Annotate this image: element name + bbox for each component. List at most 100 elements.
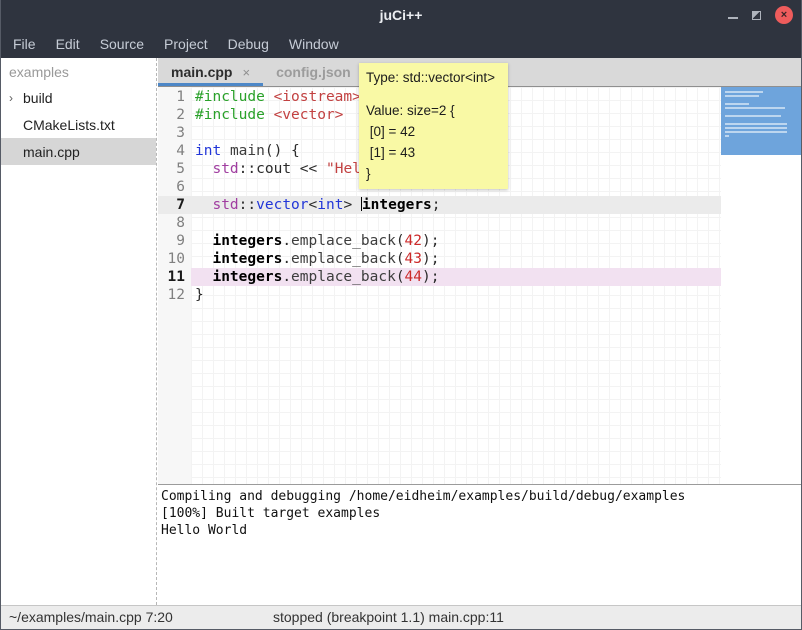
token-kw: vector	[256, 197, 308, 213]
token-pl: .	[282, 251, 291, 267]
token-num: 43	[405, 251, 422, 267]
minimap-code-line	[725, 127, 787, 129]
line-number: 4	[158, 142, 191, 160]
maximize-icon[interactable]	[752, 11, 761, 20]
menu-item-source[interactable]: Source	[90, 30, 154, 58]
token-pl: <	[309, 197, 318, 213]
minimap-code-line	[725, 115, 781, 117]
token-pl	[195, 161, 212, 177]
line-number: 1	[158, 88, 191, 106]
tab-label: config.json	[276, 64, 351, 80]
token-var: integers	[212, 269, 282, 285]
debug-value-tooltip: Type: std::vector<int> Value: size=2 { […	[359, 63, 508, 189]
token-num: 44	[405, 269, 422, 285]
code-text[interactable]: std::vector<int> integers;	[191, 196, 721, 214]
tab-label: main.cpp	[171, 64, 232, 80]
code-line-10[interactable]: 10 integers.emplace_back(43);	[158, 250, 721, 268]
minimap[interactable]	[721, 87, 801, 484]
line-number: 7	[158, 196, 191, 214]
token-fn: emplace_back	[291, 269, 396, 285]
token-var: integers	[362, 197, 432, 213]
token-pl: >	[343, 197, 360, 213]
tooltip-value-line: [1] = 43	[366, 142, 508, 163]
token-var: integers	[212, 233, 282, 249]
token-fn: emplace_back	[291, 251, 396, 267]
app-window: juCi++ × FileEditSourceProjectDebugWindo…	[0, 0, 802, 630]
code-line-11[interactable]: 11 integers.emplace_back(44);	[158, 268, 721, 286]
token-str: "Hel	[326, 161, 361, 177]
token-pl: );	[422, 233, 439, 249]
code-line-9[interactable]: 9 integers.emplace_back(42);	[158, 232, 721, 250]
minimap-code-line	[725, 135, 729, 137]
token-kw: int	[195, 143, 221, 159]
token-pl: (	[396, 251, 405, 267]
minimap-code-line	[725, 103, 749, 105]
minimap-code-line	[725, 123, 787, 125]
token-pl: ::cout <<	[239, 161, 326, 177]
token-pl: );	[422, 251, 439, 267]
code-line-8[interactable]: 8	[158, 214, 721, 232]
tab-config-json[interactable]: config.json	[263, 58, 364, 86]
line-number: 10	[158, 250, 191, 268]
token-pl: () {	[265, 143, 300, 159]
code-text[interactable]: integers.emplace_back(44);	[191, 268, 721, 286]
code-line-7[interactable]: 7 std::vector<int> integers;	[158, 196, 721, 214]
terminal-output-line: Hello World	[161, 522, 799, 539]
build-terminal: Compiling and debugging /home/eidheim/ex…	[158, 485, 801, 605]
token-pp: #include	[195, 107, 265, 123]
token-pl: );	[422, 269, 439, 285]
file-tree-sidebar: examples ›buildCMakeLists.txtmain.cpp	[1, 58, 157, 605]
line-number: 8	[158, 214, 191, 232]
token-pl: ::	[239, 197, 256, 213]
code-text[interactable]	[191, 214, 721, 232]
token-pl: ;	[432, 197, 441, 213]
status-bar: ~/examples/main.cpp 7:20 stopped (breakp…	[1, 605, 801, 629]
close-icon[interactable]: ×	[775, 6, 793, 24]
menu-item-edit[interactable]: Edit	[46, 30, 90, 58]
tab-close-icon[interactable]: ×	[242, 65, 250, 80]
token-pl: (	[396, 233, 405, 249]
minimap-code-line	[725, 107, 785, 109]
token-ns: std	[212, 197, 238, 213]
tooltip-value-block: Value: size=2 { [0] = 42 [1] = 43}	[366, 100, 508, 184]
menu-item-window[interactable]: Window	[279, 30, 349, 58]
token-num: 42	[405, 233, 422, 249]
token-pl	[221, 143, 230, 159]
sidebar-item-build[interactable]: ›build	[1, 84, 156, 111]
minimize-icon[interactable]	[728, 17, 738, 19]
menu-item-file[interactable]: File	[3, 30, 46, 58]
minimap-code-line	[725, 91, 763, 93]
line-number: 6	[158, 178, 191, 196]
token-pl	[195, 197, 212, 213]
token-fn: main	[230, 143, 265, 159]
terminal-output-line: Compiling and debugging /home/eidheim/ex…	[161, 488, 799, 505]
sidebar-item-cmakelists-txt[interactable]: CMakeLists.txt	[1, 111, 156, 138]
token-pl: .	[282, 269, 291, 285]
code-line-12[interactable]: 12}	[158, 286, 721, 304]
code-text[interactable]: integers.emplace_back(43);	[191, 250, 721, 268]
line-number: 11	[158, 268, 191, 286]
token-inc: <iostream>	[274, 89, 361, 105]
sidebar-item-label: build	[23, 90, 53, 106]
project-name-header: examples	[1, 58, 156, 84]
tab-main-cpp[interactable]: main.cpp ×	[158, 58, 263, 86]
window-title: juCi++	[1, 0, 801, 30]
menu-item-project[interactable]: Project	[154, 30, 218, 58]
token-pl: .	[282, 233, 291, 249]
tooltip-type-line: Type: std::vector<int>	[366, 67, 508, 88]
sidebar-item-main-cpp[interactable]: main.cpp	[1, 138, 156, 165]
minimap-visible-region[interactable]	[721, 87, 801, 155]
minimap-code-line	[725, 131, 787, 133]
token-pl	[195, 269, 212, 285]
token-pl	[265, 107, 274, 123]
sidebar-item-label: main.cpp	[23, 144, 80, 160]
code-text[interactable]: }	[191, 286, 721, 304]
line-number: 12	[158, 286, 191, 304]
chevron-right-icon[interactable]: ›	[9, 91, 23, 105]
title-bar: juCi++ ×	[1, 0, 801, 30]
token-pl	[195, 251, 212, 267]
token-fn: emplace_back	[291, 233, 396, 249]
token-kw: int	[317, 197, 343, 213]
code-text[interactable]: integers.emplace_back(42);	[191, 232, 721, 250]
menu-item-debug[interactable]: Debug	[218, 30, 279, 58]
